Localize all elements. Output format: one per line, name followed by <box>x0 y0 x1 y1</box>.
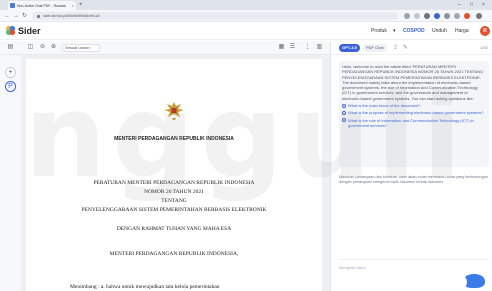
question-icon <box>342 103 346 108</box>
minister-line: MENTERI PERDAGANGAN REPUBLIK INDONESIA, <box>109 251 239 257</box>
garuda-emblem-icon <box>164 102 184 120</box>
suggested-question[interactable]: What is the role of Information and Comm… <box>342 118 486 129</box>
favicon-icon <box>10 3 15 8</box>
regulation-title: PERATURAN MENTERI PERDAGANGAN REPUBLIK I… <box>93 180 255 186</box>
pdf-document-button[interactable]: P <box>5 81 16 92</box>
assistant-fab-cutout <box>458 276 467 288</box>
browser-toolbar: ← → ↻ sider.ai/chat-pdf/3bb3b9b5d8c9e1a3 <box>0 10 492 22</box>
chat-panel: GPT-3.5 PDF Chat ⇪ ✎ 1/30 Hello, welcome… <box>330 41 492 291</box>
layout-icon[interactable]: ◫ <box>27 44 34 51</box>
chat-input[interactable] <box>339 263 467 271</box>
minimize-button[interactable]: – <box>458 1 461 9</box>
profile-icon[interactable] <box>464 13 470 19</box>
maximize-button[interactable]: □ <box>470 1 473 9</box>
ministry-heading: MENTERI PERDAGANGAN REPUBLIK INDONESIA <box>114 136 234 142</box>
question-icon <box>342 110 346 115</box>
forward-button[interactable]: → <box>13 12 19 20</box>
puzzle-icon[interactable] <box>444 13 450 19</box>
regulation-number: NOMOR 26 TAHUN 2021 <box>144 189 204 195</box>
pdf-viewport[interactable]: MENTERI PERDAGANGAN REPUBLIK INDONESIA P… <box>22 55 330 291</box>
zoom-out-icon[interactable]: ⊖ <box>39 44 46 51</box>
upload-icon[interactable]: ⇪ <box>393 44 398 52</box>
model-selector[interactable]: GPT-3.5 <box>339 44 360 52</box>
usage-count: 1/30 <box>480 45 488 50</box>
suggested-question[interactable]: What is the main focus of the document? <box>342 103 486 108</box>
nav-link-produk[interactable]: Produk <box>371 27 387 35</box>
sort-select[interactable]: Sesuai urutan <box>62 44 100 52</box>
grid-icon[interactable]: ▦ <box>278 44 285 51</box>
reload-button[interactable]: ↻ <box>22 12 27 20</box>
tab-title: Non-Active Chat PDF - Rosaria <box>17 3 66 8</box>
mode-selector[interactable]: PDF Chat <box>363 44 387 52</box>
back-button[interactable]: ← <box>4 12 10 20</box>
suggested-question[interactable]: What is the purpose of implementing elec… <box>342 110 486 115</box>
nav-link-cospod[interactable]: COSPOD <box>403 27 425 35</box>
pdf-page: MENTERI PERDAGANGAN REPUBLIK INDONESIA P… <box>26 59 322 291</box>
chat-input-row <box>339 259 489 273</box>
tab-close-icon[interactable]: × <box>72 3 74 8</box>
preamble-line: DENGAN RAHMAT TUHAN YANG MAHA ESA <box>116 226 232 232</box>
add-document-button[interactable]: + <box>5 67 16 78</box>
nav-link-harga[interactable]: Harga <box>455 27 469 35</box>
download-icon[interactable] <box>454 13 460 19</box>
panel-toggle-icon[interactable]: ▥ <box>316 44 323 51</box>
translate-icon[interactable] <box>404 13 410 19</box>
nav-link-unduh[interactable]: Unduh <box>432 27 447 35</box>
brand-name[interactable]: Sider <box>18 25 41 37</box>
edit-icon[interactable]: ✎ <box>403 44 408 52</box>
chevron-down-icon: ▾ <box>393 28 396 34</box>
suggested-question-text: What is the purpose of implementing elec… <box>348 110 484 116</box>
extension-icon[interactable] <box>424 13 430 19</box>
suggested-question-text: What is the role of Information and Comm… <box>348 117 474 128</box>
star-icon[interactable] <box>414 13 420 19</box>
regulation-tentang: TENTANG <box>161 198 187 204</box>
suggested-question-text: What is the main focus of the document? <box>348 103 421 109</box>
new-tab-button[interactable]: + <box>79 1 83 9</box>
avatar[interactable]: R <box>480 26 490 36</box>
considering-clause: Menimbang : a. bahwa untuk mewujudkan ta… <box>70 284 220 290</box>
system-note: Masukan pertanyaan dan kirimkan, kami ak… <box>339 175 488 184</box>
browser-window: Non-Active Chat PDF - Rosaria × + – □ × … <box>0 0 492 291</box>
intro-text: Hello, welcome to read the article title… <box>342 64 484 101</box>
sider-logo-icon[interactable] <box>5 25 16 36</box>
browser-tab[interactable]: Non-Active Chat PDF - Rosaria × <box>8 1 76 10</box>
more-icon[interactable]: ⋮ <box>304 44 311 51</box>
menu-icon[interactable] <box>476 13 482 19</box>
zoom-in-icon[interactable]: ⊕ <box>50 44 57 51</box>
url-text: sider.ai/chat-pdf/3bb3b9b5d8c9e1a3 <box>43 14 100 18</box>
question-icon <box>342 118 346 123</box>
left-rail: + P <box>0 55 22 291</box>
close-window-button[interactable]: × <box>482 1 485 9</box>
list-icon[interactable]: ☰ <box>289 44 296 51</box>
lock-icon <box>37 14 40 18</box>
regulation-subject: PENYELENGGARAAN SISTEM PEMERINTAHAN BERB… <box>81 207 267 213</box>
assistant-message: Hello, welcome to read the article title… <box>339 61 489 167</box>
sidebar-icon[interactable]: ▤ <box>7 44 14 51</box>
tab-strip: Non-Active Chat PDF - Rosaria × + – □ × <box>0 0 492 10</box>
chat-toolbar: GPT-3.5 PDF Chat ⇪ ✎ 1/30 <box>331 41 492 55</box>
pdf-toolbar: ▤ ◫ ⊖ ⊕ Sesuai urutan ▦ ☰ ⋮ ▥ <box>0 41 330 55</box>
address-bar[interactable]: sider.ai/chat-pdf/3bb3b9b5d8c9e1a3 <box>32 12 398 20</box>
app-header: Sider Produk ▾ COSPOD Unduh Harga R <box>0 22 492 40</box>
sider-extension-icon[interactable] <box>434 13 440 19</box>
